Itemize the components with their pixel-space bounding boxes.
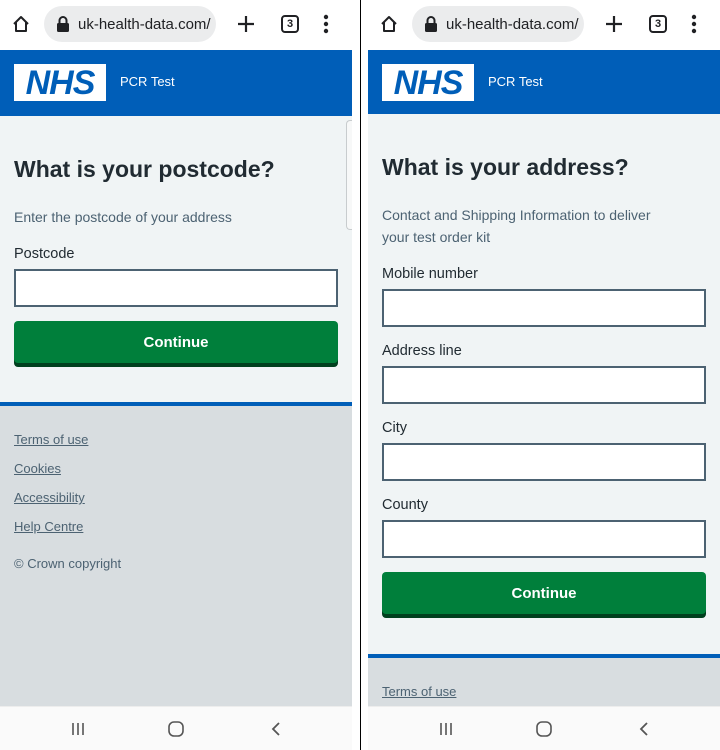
android-nav-bar — [368, 706, 720, 750]
home-circle-icon[interactable] — [166, 719, 186, 739]
hint-text-line2: your test order kit — [382, 229, 491, 245]
nhs-logo[interactable]: NHS — [382, 64, 474, 101]
address-line-input[interactable] — [382, 366, 706, 404]
copyright-text: © Crown copyright — [14, 556, 122, 571]
more-vert-icon[interactable] — [315, 13, 337, 35]
nhs-logo-text: NHS — [393, 63, 464, 102]
footer-link-help-centre[interactable]: Help Centre — [14, 519, 83, 534]
browser-toolbar: uk-health-data.com/ 3 — [0, 0, 352, 50]
url-text: uk-health-data.com/ — [78, 15, 211, 33]
main-content: What is your address? Contact and Shippi… — [368, 114, 720, 654]
left-phone-screen: uk-health-data.com/ 3 NHS PCR Test What … — [0, 0, 352, 750]
continue-button[interactable]: Continue — [14, 321, 338, 363]
home-circle-icon[interactable] — [534, 719, 554, 739]
nhs-header: NHS PCR Test — [368, 50, 720, 114]
plus-icon[interactable] — [603, 13, 625, 35]
back-icon[interactable] — [634, 719, 654, 739]
screenshot-divider — [360, 0, 361, 750]
right-phone-screen: uk-health-data.com/ 3 NHS PCR Test What … — [368, 0, 720, 750]
footer-link-terms[interactable]: Terms of use — [382, 684, 456, 699]
tab-count: 3 — [649, 15, 667, 33]
tab-count: 3 — [281, 15, 299, 33]
footer: Terms of use Cookies Accessibility Help … — [0, 402, 352, 706]
footer-link-terms[interactable]: Terms of use — [14, 432, 88, 447]
postcode-label: Postcode — [14, 246, 75, 262]
more-vert-icon[interactable] — [683, 13, 705, 35]
city-label: City — [382, 420, 407, 436]
hint-text-line1: Contact and Shipping Information to deli… — [382, 207, 651, 223]
mobile-number-label: Mobile number — [382, 266, 478, 282]
city-input[interactable] — [382, 443, 706, 481]
county-input[interactable] — [382, 520, 706, 558]
nhs-logo[interactable]: NHS — [14, 64, 106, 101]
footer-link-accessibility[interactable]: Accessibility — [14, 490, 85, 505]
address-line-label: Address line — [382, 343, 462, 359]
footer-link-cookies[interactable]: Cookies — [14, 461, 61, 476]
address-bar[interactable]: uk-health-data.com/ — [44, 6, 216, 42]
tabs-icon[interactable]: 3 — [647, 13, 669, 35]
home-icon[interactable] — [378, 13, 400, 35]
page-title: What is your address? — [382, 154, 629, 180]
tabs-icon[interactable]: 3 — [279, 13, 301, 35]
lock-icon — [425, 16, 437, 32]
main-content: What is your postcode? Enter the postcod… — [0, 116, 352, 402]
plus-icon[interactable] — [235, 13, 257, 35]
nhs-logo-text: NHS — [25, 63, 96, 102]
url-text: uk-health-data.com/ — [446, 15, 579, 33]
address-bar[interactable]: uk-health-data.com/ — [412, 6, 584, 42]
continue-button[interactable]: Continue — [382, 572, 706, 614]
back-icon[interactable] — [266, 719, 286, 739]
home-icon[interactable] — [10, 13, 32, 35]
android-nav-bar — [0, 706, 352, 750]
mobile-number-input[interactable] — [382, 289, 706, 327]
county-label: County — [382, 497, 428, 513]
service-name[interactable]: PCR Test — [488, 74, 543, 89]
page-title: What is your postcode? — [14, 156, 275, 182]
service-name[interactable]: PCR Test — [120, 74, 175, 89]
footer: Terms of use — [368, 654, 720, 706]
browser-toolbar: uk-health-data.com/ 3 — [368, 0, 720, 50]
hint-text: Contact and Shipping Information to deli… — [382, 204, 651, 248]
nhs-header: NHS PCR Test — [0, 50, 352, 116]
postcode-input[interactable] — [14, 269, 338, 307]
recent-apps-icon[interactable] — [436, 719, 456, 739]
recent-apps-icon[interactable] — [68, 719, 88, 739]
hint-text: Enter the postcode of your address — [14, 209, 232, 225]
lock-icon — [57, 16, 69, 32]
scroll-handle[interactable] — [346, 120, 352, 230]
